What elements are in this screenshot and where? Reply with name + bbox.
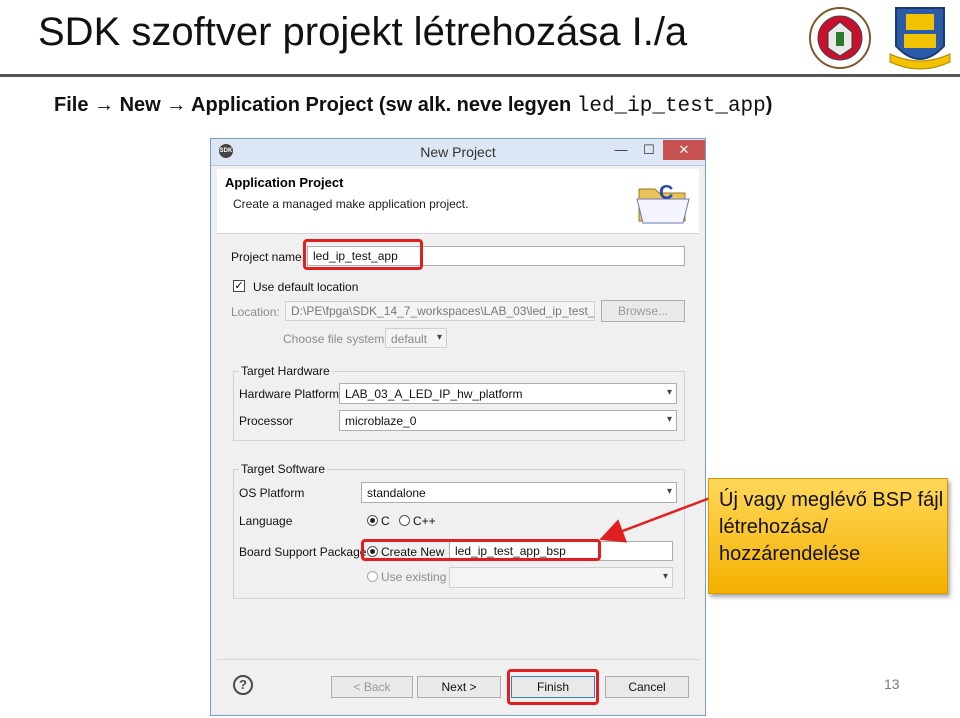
- use-default-location-checkbox[interactable]: ✓: [233, 280, 245, 292]
- callout-text: Új vagy meglévő BSP fájl létrehozása/ ho…: [719, 489, 944, 565]
- button-bar-divider: [217, 659, 699, 660]
- use-default-location-label: Use default location: [253, 280, 359, 294]
- callout-arrow: [599, 496, 711, 543]
- slide-title: SDK szoftver projekt létrehozása I./a: [38, 10, 688, 54]
- close-button[interactable]: ✕: [663, 140, 705, 160]
- chevron-down-icon: ▾: [436, 332, 442, 343]
- use-existing-label: Use existing: [381, 570, 447, 584]
- project-name-label: Project name:: [231, 250, 306, 264]
- back-button[interactable]: < Back: [331, 676, 413, 698]
- chevron-down-icon: ▾: [666, 387, 672, 398]
- subtitle-suffix: ): [765, 94, 773, 116]
- file-system-value: default: [391, 332, 428, 346]
- language-cpp-label: C++: [413, 514, 436, 528]
- file-system-label: Choose file system:: [283, 332, 388, 346]
- existing-bsp-select[interactable]: ▾: [449, 567, 673, 588]
- wizard-page-description: Create a managed make application projec…: [233, 197, 469, 211]
- maximize-button[interactable]: ☐: [635, 140, 663, 160]
- title-divider: [0, 74, 960, 77]
- use-existing-radio[interactable]: [367, 571, 378, 582]
- minimize-button[interactable]: —: [607, 140, 635, 160]
- finish-highlight: [507, 669, 599, 705]
- page-number: 13: [884, 676, 900, 692]
- university-seal-logo: [809, 7, 871, 69]
- processor-value: microblaze_0: [345, 414, 417, 428]
- target-software-title: Target Software: [239, 462, 328, 476]
- location-input[interactable]: D:\PE\fpga\SDK_14_7_workspaces\LAB_03\le…: [285, 301, 595, 321]
- project-name-highlight: [303, 239, 423, 270]
- language-cpp-radio[interactable]: [399, 515, 410, 526]
- target-hardware-title: Target Hardware: [239, 364, 332, 378]
- subtitle-text: File → New → Application Project (sw alk…: [54, 94, 577, 116]
- browse-button[interactable]: Browse...: [601, 300, 685, 322]
- wizard-page-title: Application Project: [225, 175, 344, 190]
- slide-subtitle: File → New → Application Project (sw alk…: [54, 94, 772, 118]
- subtitle-code: led_ip_test_app: [576, 95, 766, 118]
- pannon-university-logo: [889, 7, 951, 70]
- os-platform-value: standalone: [367, 486, 426, 500]
- next-button[interactable]: Next >: [417, 676, 501, 698]
- language-c-label: C: [381, 514, 390, 528]
- wizard-header: Application Project Create a managed mak…: [217, 169, 699, 234]
- bsp-label: Board Support Package: [239, 545, 367, 559]
- language-c-radio[interactable]: [367, 515, 378, 526]
- hardware-platform-select[interactable]: LAB_03_A_LED_IP_hw_platform ▾: [339, 383, 677, 404]
- bsp-callout-box: Új vagy meglévő BSP fájl létrehozása/ ho…: [708, 478, 948, 594]
- chevron-down-icon: ▾: [662, 571, 668, 582]
- os-platform-label: OS Platform: [239, 486, 305, 500]
- location-label: Location:: [231, 305, 280, 319]
- hardware-platform-value: LAB_03_A_LED_IP_hw_platform: [345, 387, 523, 401]
- processor-select[interactable]: microblaze_0 ▾: [339, 410, 677, 431]
- dialog-titlebar: SDK New Project — ☐ ✕: [211, 139, 705, 166]
- chevron-down-icon: ▾: [666, 414, 672, 425]
- language-label: Language: [239, 514, 293, 528]
- help-icon[interactable]: ?: [233, 675, 253, 695]
- svg-text:C: C: [659, 182, 673, 204]
- folder-c-icon: C: [636, 182, 690, 224]
- cancel-button[interactable]: Cancel: [605, 676, 689, 698]
- new-project-dialog: SDK New Project — ☐ ✕ Application Projec…: [210, 138, 706, 716]
- hardware-platform-label: Hardware Platform: [239, 387, 340, 401]
- bsp-highlight: [361, 539, 601, 561]
- file-system-select[interactable]: default ▾: [385, 328, 447, 348]
- processor-label: Processor: [239, 414, 294, 428]
